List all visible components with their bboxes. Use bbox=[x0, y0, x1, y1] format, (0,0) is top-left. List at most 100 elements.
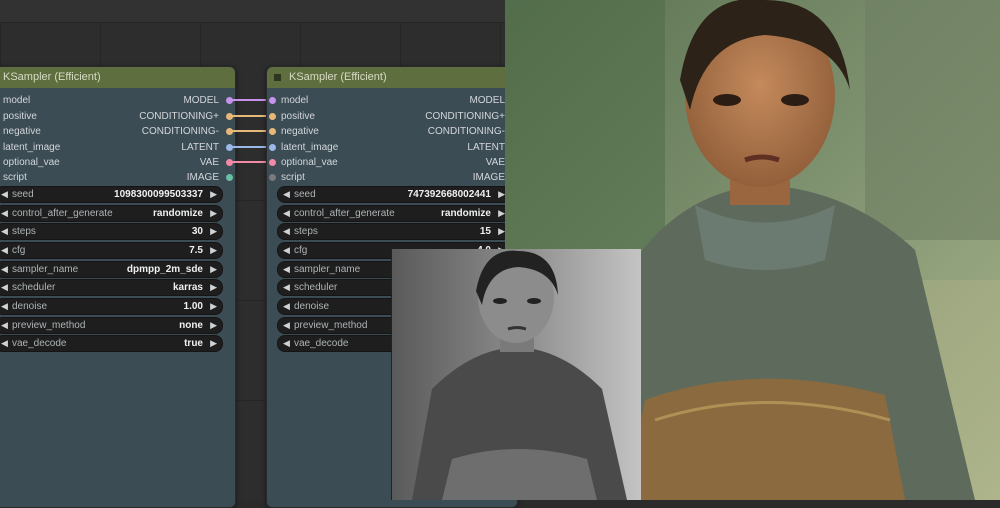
arrow-left-icon[interactable]: ◀ bbox=[283, 299, 290, 314]
vae-dot-icon[interactable] bbox=[269, 159, 276, 166]
arrow-right-icon[interactable]: ▶ bbox=[210, 262, 217, 277]
arrow-left-icon[interactable]: ◀ bbox=[283, 336, 290, 351]
node-2-input-dot-script[interactable] bbox=[269, 171, 277, 185]
arrow-left-icon[interactable]: ◀ bbox=[1, 318, 8, 333]
widget-value: 1098300099503337 bbox=[114, 189, 203, 200]
arrow-left-icon[interactable]: ◀ bbox=[1, 280, 8, 295]
node-2-input-optional-vae[interactable]: optional_vae bbox=[281, 156, 338, 170]
node-1-output-conditioning-neg[interactable]: CONDITIONING- bbox=[142, 125, 219, 139]
arrow-right-icon[interactable]: ▶ bbox=[210, 243, 217, 258]
bw-portrait-svg bbox=[392, 249, 641, 500]
latent-dot-icon[interactable] bbox=[269, 144, 276, 151]
node-1-output-dots[interactable] bbox=[225, 94, 233, 108]
node-2-output-conditioning-pos[interactable]: CONDITIONING+ bbox=[425, 110, 505, 124]
bw-right-eye bbox=[527, 298, 541, 304]
image-dot-icon[interactable] bbox=[226, 174, 233, 181]
widget-label: seed bbox=[294, 189, 316, 200]
arrow-left-icon[interactable]: ◀ bbox=[283, 243, 290, 258]
node-1-input-model[interactable]: model bbox=[3, 94, 30, 108]
node-2-input-positive[interactable]: positive bbox=[281, 110, 315, 124]
arrow-left-icon[interactable]: ◀ bbox=[1, 187, 8, 202]
node-2-input-latent-image[interactable]: latent_image bbox=[281, 141, 338, 155]
node-1-output-conditioning-pos[interactable]: CONDITIONING+ bbox=[139, 110, 219, 124]
arrow-right-icon[interactable]: ▶ bbox=[210, 206, 217, 221]
conditioning-dot-icon[interactable] bbox=[269, 113, 276, 120]
node-2-output-model[interactable]: MODEL bbox=[469, 94, 505, 108]
widget-label: steps bbox=[294, 226, 318, 237]
widget-steps[interactable]: ◀ steps 15 ▶ bbox=[277, 223, 511, 240]
model-dot-icon[interactable] bbox=[269, 97, 276, 104]
node-1-input-latent-image[interactable]: latent_image bbox=[3, 141, 60, 155]
node-2-title[interactable]: KSampler (Efficient) bbox=[267, 67, 517, 88]
widget-label: control_after_generate bbox=[12, 208, 113, 219]
widget-value: 1.00 bbox=[183, 301, 203, 312]
collapse-icon[interactable] bbox=[274, 74, 281, 81]
arrow-right-icon[interactable]: ▶ bbox=[210, 224, 217, 239]
node-2-output-latent[interactable]: LATENT bbox=[467, 141, 505, 155]
widget-scheduler[interactable]: ◀ scheduler karras ▶ bbox=[0, 279, 223, 296]
arrow-right-icon[interactable]: ▶ bbox=[498, 206, 505, 221]
widget-sampler-name[interactable]: ◀ sampler_name dpmpp_2m_sde ▶ bbox=[0, 261, 223, 278]
node-2-input-script[interactable]: script bbox=[281, 171, 305, 185]
node-1-output-model[interactable]: MODEL bbox=[183, 94, 219, 108]
widget-label: scheduler bbox=[294, 282, 338, 293]
node-1-output-dot-vae[interactable] bbox=[225, 156, 233, 170]
node-1-output-dot-pos[interactable] bbox=[225, 110, 233, 124]
node-1-input-positive[interactable]: positive bbox=[3, 110, 37, 124]
node-1-input-optional-vae[interactable]: optional_vae bbox=[3, 156, 60, 170]
widget-steps[interactable]: ◀ steps 30 ▶ bbox=[0, 223, 223, 240]
arrow-right-icon[interactable]: ▶ bbox=[498, 187, 505, 202]
widget-seed[interactable]: ◀ seed 1098300099503337 ▶ bbox=[0, 186, 223, 203]
arrow-left-icon[interactable]: ◀ bbox=[283, 224, 290, 239]
arrow-left-icon[interactable]: ◀ bbox=[283, 318, 290, 333]
widget-control-after-generate[interactable]: ◀ control_after_generate randomize ▶ bbox=[0, 205, 223, 222]
arrow-left-icon[interactable]: ◀ bbox=[283, 262, 290, 277]
widget-label: control_after_generate bbox=[294, 208, 395, 219]
node-2-output-conditioning-neg[interactable]: CONDITIONING- bbox=[428, 125, 505, 139]
widget-seed[interactable]: ◀ seed 747392668002441 ▶ bbox=[277, 186, 511, 203]
arrow-left-icon[interactable]: ◀ bbox=[1, 243, 8, 258]
node-2-input-dot-vae[interactable] bbox=[269, 156, 277, 170]
widget-preview-method[interactable]: ◀ preview_method none ▶ bbox=[0, 317, 223, 334]
widget-vae-decode[interactable]: ◀ vae_decode true ▶ bbox=[0, 335, 223, 352]
node-1-output-dot-image[interactable] bbox=[225, 171, 233, 185]
node-2-input-dot-positive[interactable] bbox=[269, 110, 277, 124]
node-1-output-image[interactable]: IMAGE bbox=[187, 171, 219, 185]
arrow-right-icon[interactable]: ▶ bbox=[498, 224, 505, 239]
arrow-left-icon[interactable]: ◀ bbox=[1, 224, 8, 239]
arrow-left-icon[interactable]: ◀ bbox=[1, 299, 8, 314]
arrow-left-icon[interactable]: ◀ bbox=[1, 206, 8, 221]
arrow-left-icon[interactable]: ◀ bbox=[283, 280, 290, 295]
node-1-input-script[interactable]: script bbox=[3, 171, 27, 185]
arrow-right-icon[interactable]: ▶ bbox=[210, 318, 217, 333]
node-2-input-dot-latent[interactable] bbox=[269, 141, 277, 155]
node-2-input-dot-model[interactable] bbox=[269, 94, 277, 108]
node-1-title[interactable]: KSampler (Efficient) bbox=[0, 67, 235, 88]
script-dot-icon[interactable] bbox=[269, 174, 276, 181]
node-2-input-model[interactable]: model bbox=[281, 94, 308, 108]
node-2-output-image[interactable]: IMAGE bbox=[473, 171, 505, 185]
arrow-left-icon[interactable]: ◀ bbox=[1, 336, 8, 351]
widget-denoise[interactable]: ◀ denoise 1.00 ▶ bbox=[0, 298, 223, 315]
node-2-input-negative[interactable]: negative bbox=[281, 125, 319, 139]
node-2-output-vae[interactable]: VAE bbox=[486, 156, 505, 170]
widget-control-after-generate[interactable]: ◀ control_after_generate randomize ▶ bbox=[277, 205, 511, 222]
node-1-output-dot-latent[interactable] bbox=[225, 141, 233, 155]
node-1-output-vae[interactable]: VAE bbox=[200, 156, 219, 170]
arrow-right-icon[interactable]: ▶ bbox=[210, 187, 217, 202]
ksampler-node-1[interactable]: KSampler (Efficient) model positive nega… bbox=[0, 66, 236, 508]
arrow-left-icon[interactable]: ◀ bbox=[1, 262, 8, 277]
arrow-left-icon[interactable]: ◀ bbox=[283, 187, 290, 202]
arrow-right-icon[interactable]: ▶ bbox=[210, 280, 217, 295]
widget-label: cfg bbox=[294, 245, 308, 256]
arrow-right-icon[interactable]: ▶ bbox=[210, 336, 217, 351]
node-1-input-negative[interactable]: negative bbox=[3, 125, 41, 139]
arrow-left-icon[interactable]: ◀ bbox=[283, 206, 290, 221]
node-1-output-dot-neg[interactable] bbox=[225, 125, 233, 139]
node-1-output-latent[interactable]: LATENT bbox=[181, 141, 219, 155]
conditioning-dot-icon[interactable] bbox=[269, 128, 276, 135]
node-2-input-dot-negative[interactable] bbox=[269, 125, 277, 139]
widget-cfg[interactable]: ◀ cfg 7.5 ▶ bbox=[0, 242, 223, 259]
arrow-right-icon[interactable]: ▶ bbox=[210, 299, 217, 314]
original-bw-portrait bbox=[391, 249, 641, 500]
